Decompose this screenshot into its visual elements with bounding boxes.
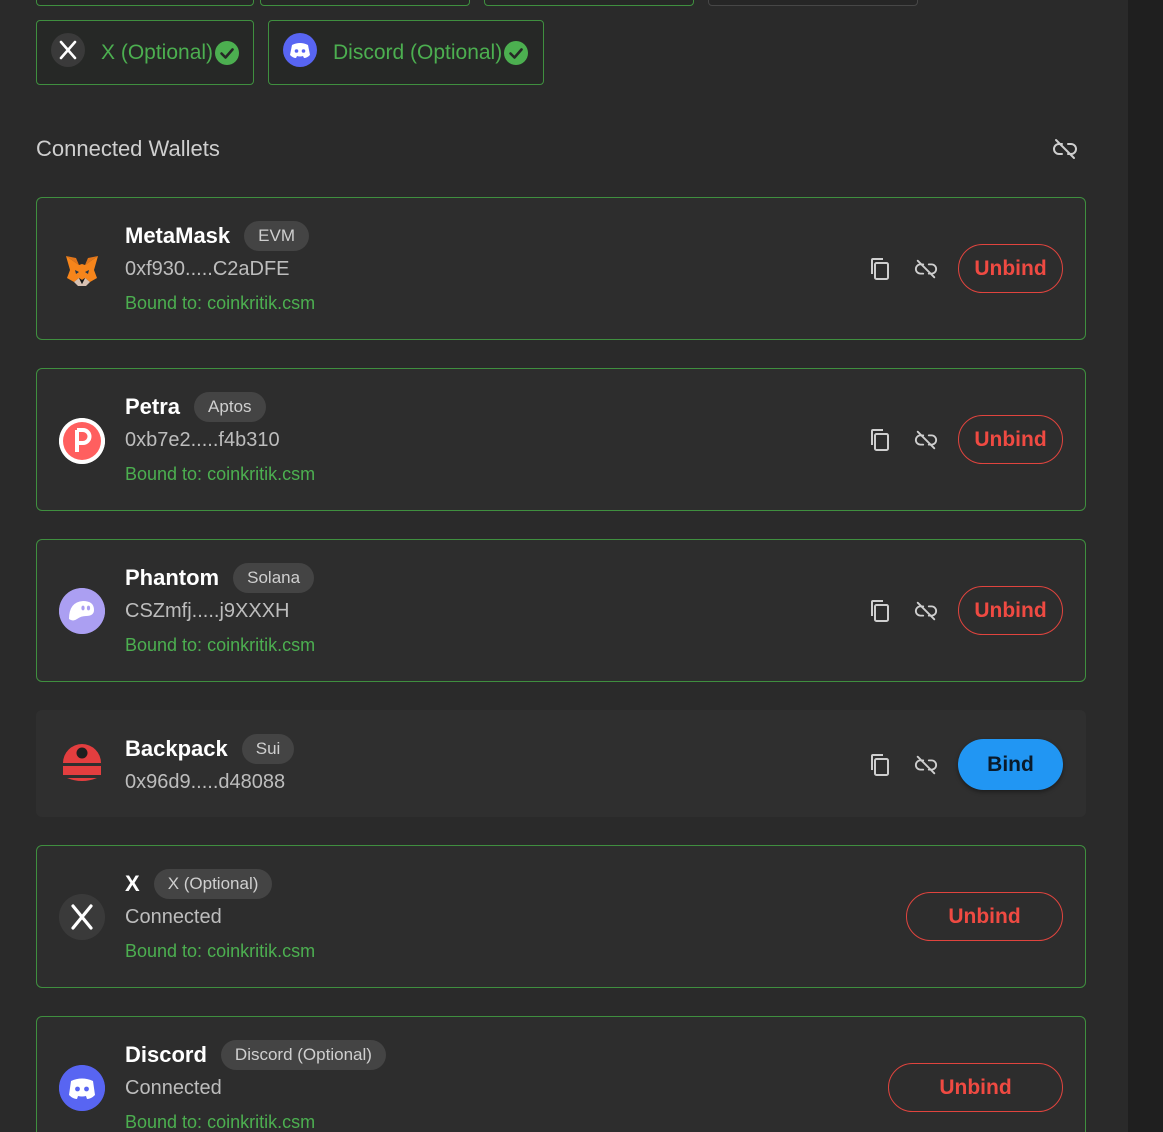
connection-status: Connected xyxy=(125,906,222,928)
discord-logo-icon xyxy=(59,1065,105,1111)
wallet-name: Backpack xyxy=(125,736,228,761)
partial-social-box[interactable] xyxy=(484,0,694,6)
wallet-name: MetaMask xyxy=(125,223,231,248)
wallet-settings-page: X (Optional) Discord (Optional) Connecte… xyxy=(0,0,1163,1132)
wallet-name: Discord xyxy=(125,1042,207,1067)
social-discord-label: Discord (Optional) xyxy=(333,40,503,64)
x-logo-icon xyxy=(59,894,105,940)
bound-status: Bound to: coinkritik.csm xyxy=(125,635,316,655)
social-x-box[interactable]: X (Optional) xyxy=(36,20,254,85)
unbind-button[interactable]: Unbind xyxy=(906,892,1063,941)
copy-icon[interactable] xyxy=(866,751,894,779)
wallet-card-phantom: Phantom Solana CSZmfj.....j9XXXH Bound t… xyxy=(36,539,1086,682)
wallet-name: Petra xyxy=(125,394,181,419)
wallet-name: X xyxy=(125,871,140,896)
bound-status: Bound to: coinkritik.csm xyxy=(125,464,316,484)
connection-status: Connected xyxy=(125,1077,222,1099)
bound-status: Bound to: coinkritik.csm xyxy=(125,1112,316,1132)
metamask-logo-icon xyxy=(59,247,105,293)
wallet-info: MetaMask EVM 0xf930.....C2aDFE Bound to:… xyxy=(125,220,315,314)
bind-button[interactable]: Bind xyxy=(958,739,1063,790)
wallet-address: 0xf930.....C2aDFE xyxy=(125,258,290,280)
x-logo-icon xyxy=(51,33,85,72)
wallet-card-metamask: MetaMask EVM 0xf930.....C2aDFE Bound to:… xyxy=(36,197,1086,340)
chain-badge: Sui xyxy=(241,734,295,764)
wallet-actions: Bind xyxy=(866,739,1063,790)
wallet-card-x: X X (Optional) Connected Bound to: coink… xyxy=(36,845,1086,988)
copy-icon[interactable] xyxy=(866,426,894,454)
partial-social-box[interactable] xyxy=(36,0,254,6)
wallet-actions: Unbind xyxy=(866,586,1063,635)
chain-badge: X (Optional) xyxy=(153,869,273,899)
chain-badge: Discord (Optional) xyxy=(220,1040,386,1070)
wallet-actions: Unbind xyxy=(888,1063,1063,1112)
wallet-address: 0xb7e2.....f4b310 xyxy=(125,429,280,451)
wallet-actions: Unbind xyxy=(866,244,1063,293)
wallet-actions: Unbind xyxy=(906,892,1063,941)
wallet-actions: Unbind xyxy=(866,415,1063,464)
wallet-card-petra: Petra Aptos 0xb7e2.....f4b310 Bound to: … xyxy=(36,368,1086,511)
petra-logo-icon xyxy=(59,418,105,464)
bound-status: Bound to: coinkritik.csm xyxy=(125,293,316,313)
wallet-address: 0x96d9.....d48088 xyxy=(125,771,286,793)
backpack-logo-icon xyxy=(59,740,105,786)
wallet-address: CSZmfj.....j9XXXH xyxy=(125,600,290,622)
unbind-button[interactable]: Unbind xyxy=(958,586,1063,635)
phantom-logo-icon xyxy=(59,588,105,634)
unlink-all-icon[interactable] xyxy=(1052,136,1078,162)
chain-badge: Aptos xyxy=(194,392,266,422)
wallet-info: Phantom Solana CSZmfj.....j9XXXH Bound t… xyxy=(125,562,315,656)
wallet-card-discord: Discord Discord (Optional) Connected Bou… xyxy=(36,1016,1086,1132)
wallet-info: Backpack Sui 0x96d9.....d48088 xyxy=(125,733,295,797)
wallet-info: Petra Aptos 0xb7e2.....f4b310 Bound to: … xyxy=(125,391,315,485)
wallet-card-backpack: Backpack Sui 0x96d9.....d48088 Bind xyxy=(36,710,1086,817)
bound-status: Bound to: coinkritik.csm xyxy=(125,941,316,961)
social-discord-box[interactable]: Discord (Optional) xyxy=(268,20,544,85)
copy-icon[interactable] xyxy=(866,255,894,283)
unlink-icon[interactable] xyxy=(912,426,940,454)
unbind-button[interactable]: Unbind xyxy=(958,244,1063,293)
unbind-button[interactable]: Unbind xyxy=(958,415,1063,464)
chain-badge: Solana xyxy=(233,563,315,593)
section-title: Connected Wallets xyxy=(36,136,220,161)
partial-social-box[interactable] xyxy=(260,0,470,6)
social-x-label: X (Optional) xyxy=(101,40,214,64)
discord-logo-icon xyxy=(283,33,317,72)
unlink-icon[interactable] xyxy=(912,255,940,283)
scrollbar-track[interactable] xyxy=(1128,0,1163,1132)
wallet-info: X X (Optional) Connected Bound to: coink… xyxy=(125,868,315,962)
partial-social-box[interactable] xyxy=(708,0,918,6)
connected-wallets-header: Connected Wallets xyxy=(36,132,1086,166)
unlink-icon[interactable] xyxy=(912,597,940,625)
verified-check-icon xyxy=(215,40,240,65)
chain-badge: EVM xyxy=(244,221,309,251)
verified-check-icon xyxy=(504,40,529,65)
wallet-name: Phantom xyxy=(125,565,220,590)
copy-icon[interactable] xyxy=(866,597,894,625)
unlink-icon[interactable] xyxy=(912,751,940,779)
unbind-button[interactable]: Unbind xyxy=(888,1063,1063,1112)
wallet-info: Discord Discord (Optional) Connected Bou… xyxy=(125,1039,386,1132)
